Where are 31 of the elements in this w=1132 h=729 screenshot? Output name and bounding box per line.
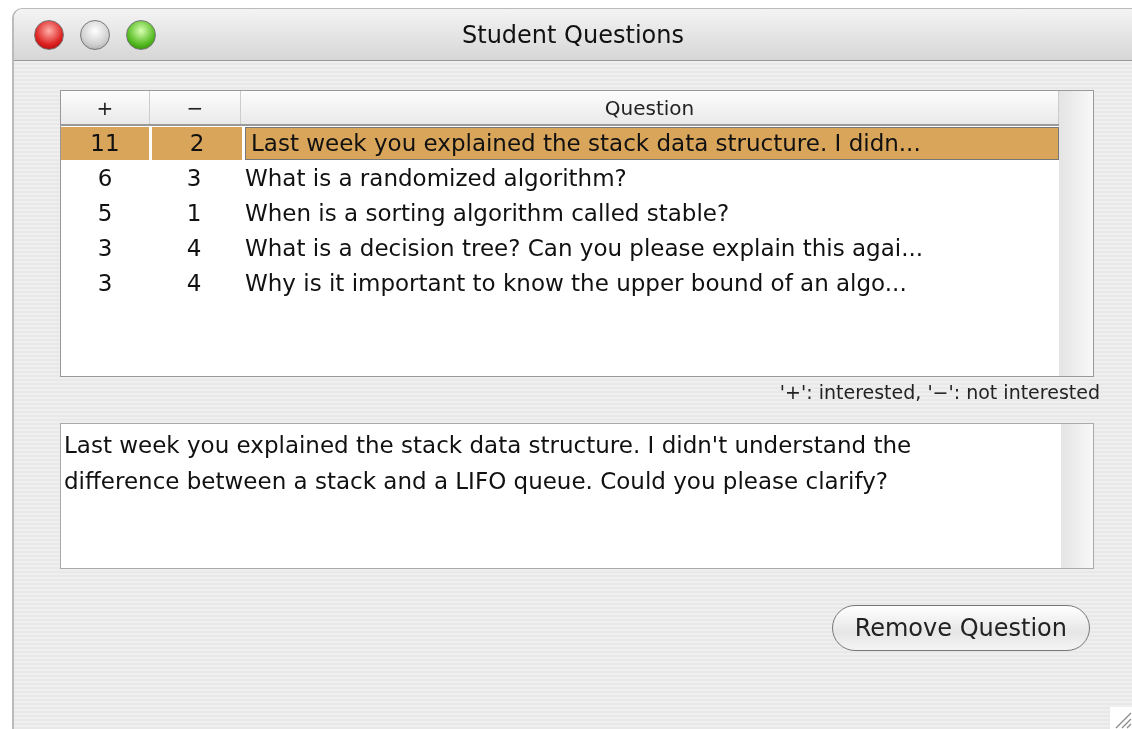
minimize-button[interactable] [80, 20, 110, 50]
close-button[interactable] [34, 20, 64, 50]
table-cell: Last week you explained the stack data structure. I didn... [245, 127, 1059, 160]
table-cell-text: When is a sorting algorithm called stable? [244, 199, 731, 228]
window-title: Student Questions [462, 20, 684, 49]
table-cell-text: 6 [96, 164, 114, 193]
resize-grip-icon[interactable] [1110, 707, 1132, 729]
table-cell-text: Why is it important to know the upper bound of an algo... [244, 269, 908, 298]
table-row[interactable]: 6 3 What is a randomized algorithm? [61, 161, 1059, 196]
zoom-button[interactable] [126, 20, 156, 50]
column-header[interactable]: + [61, 91, 150, 124]
column-header[interactable]: − [150, 91, 241, 124]
table-cell-text: 5 [96, 199, 114, 228]
table-cell: 2 [152, 127, 242, 160]
table-row[interactable]: 5 1 When is a sorting algorithm called stable? [61, 196, 1059, 231]
table-cell-text: 4 [185, 234, 203, 263]
table-cell-text: What is a decision tree? Can you please explain this agai... [244, 234, 925, 263]
table-cell-text: 1 [185, 199, 203, 228]
table-cell-text: 3 [185, 164, 203, 193]
remove-question-button[interactable]: Remove Question [831, 605, 1090, 651]
table-row[interactable]: 11 2 Last week you explained the stack data structure. I didn... [61, 126, 1059, 161]
table-cell: 11 [61, 127, 149, 160]
table-cell-text: 3 [96, 269, 114, 298]
table-row[interactable]: 3 4 Why is it important to know the upper bound of an algo... [61, 266, 1059, 301]
scroll-bar[interactable] [1059, 91, 1093, 376]
legend-text: '+': interested, '−': not interested [779, 381, 1100, 403]
table-cell-text: 3 [96, 234, 114, 263]
table-cell-text: 4 [185, 269, 203, 298]
table-row[interactable]: 3 4 What is a decision tree? Can you please explain this agai... [61, 231, 1059, 266]
table-cell-text: What is a randomized algorithm? [244, 164, 628, 193]
question-text-area[interactable]: Last week you explained the stack data structure. I didn't understand the difference between a stack and a LIFO queue. Could you please clarify? [60, 423, 1094, 569]
